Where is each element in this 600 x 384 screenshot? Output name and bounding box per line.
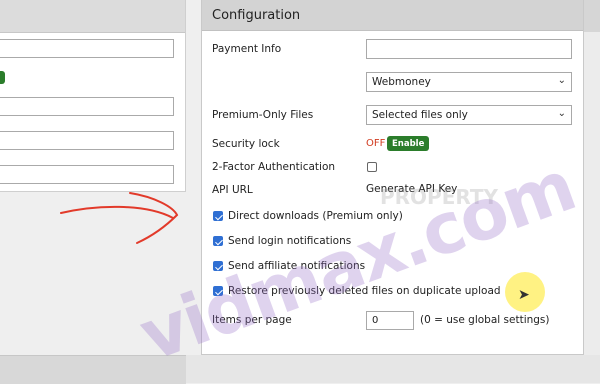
right-panel-edge <box>584 0 600 383</box>
send-login-label: Send login notifications <box>228 235 352 247</box>
direct-downloads-label: Direct downloads (Premium only) <box>228 210 403 222</box>
left-panel <box>0 0 186 192</box>
left-input-3[interactable] <box>0 131 174 150</box>
generate-api-key-link[interactable]: Generate API Key <box>366 183 457 195</box>
items-per-page-note: (0 = use global settings) <box>420 314 550 326</box>
direct-downloads-checkbox[interactable] <box>213 211 223 221</box>
payment-method-value: Webmoney <box>372 76 431 88</box>
items-per-page-input[interactable]: 0 <box>366 311 414 330</box>
chevron-down-icon: ⌄ <box>557 75 566 86</box>
left-input-1[interactable] <box>0 39 174 58</box>
left-enable-badge[interactable] <box>0 71 5 84</box>
send-affiliate-checkbox[interactable] <box>213 261 223 271</box>
items-per-page-label: Items per page <box>212 314 292 326</box>
send-affiliate-label: Send affiliate notifications <box>228 260 366 272</box>
mouse-pointer-icon: ➤ <box>518 287 530 303</box>
chevron-down-icon: ⌄ <box>557 108 566 119</box>
two-factor-label: 2-Factor Authentication <box>212 161 336 173</box>
payment-info-input[interactable] <box>366 39 572 59</box>
restore-deleted-checkbox[interactable] <box>213 286 223 296</box>
payment-info-label: Payment Info <box>212 43 282 55</box>
annotation-arrow <box>60 192 179 244</box>
enable-button[interactable]: Enable <box>387 136 430 151</box>
left-input-4[interactable] <box>0 165 174 184</box>
security-lock-label: Security lock <box>212 138 280 150</box>
premium-only-label: Premium-Only Files <box>212 109 314 121</box>
payment-method-select[interactable]: Webmoney ⌄ <box>366 72 572 92</box>
api-url-label: API URL <box>212 184 253 196</box>
premium-only-select[interactable]: Selected files only ⌄ <box>366 105 572 125</box>
left-panel-header <box>0 0 185 33</box>
restore-deleted-label: Restore previously deleted files on dupl… <box>228 285 501 297</box>
left-bottom-panel <box>0 355 186 384</box>
security-lock-status: OFF <box>366 138 386 149</box>
left-input-2[interactable] <box>0 97 174 116</box>
two-factor-checkbox[interactable] <box>367 162 377 172</box>
send-login-checkbox[interactable] <box>213 236 223 246</box>
premium-only-value: Selected files only <box>372 109 468 121</box>
configuration-title: Configuration <box>202 0 583 31</box>
